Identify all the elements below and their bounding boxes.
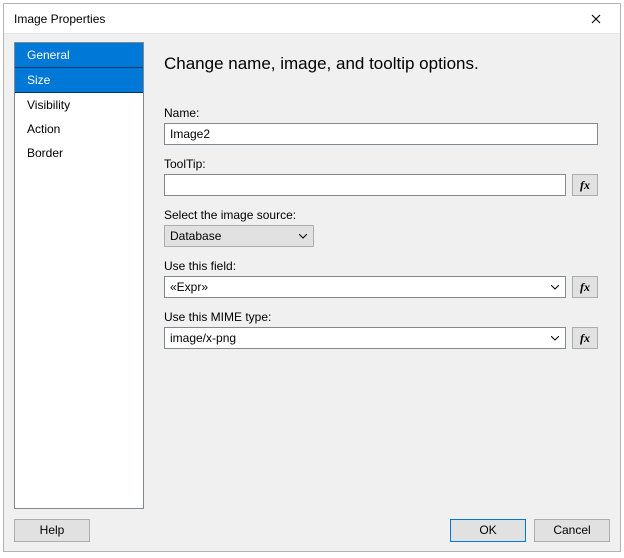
image-source-value: Database xyxy=(170,229,294,243)
chevron-down-icon xyxy=(546,329,563,347)
mime-type-select[interactable]: image/x-png xyxy=(164,327,566,349)
titlebar: Image Properties xyxy=(4,4,620,34)
help-button[interactable]: Help xyxy=(14,519,90,542)
content-panel: Change name, image, and tooltip options.… xyxy=(150,42,610,509)
page-heading: Change name, image, and tooltip options. xyxy=(164,54,598,74)
use-field-value: «Expr» xyxy=(170,280,546,294)
window-title: Image Properties xyxy=(14,12,580,26)
close-button[interactable] xyxy=(580,8,612,30)
close-icon xyxy=(591,14,601,24)
name-input[interactable] xyxy=(164,123,598,145)
category-sidebar: General Size Visibility Action Border xyxy=(14,42,144,509)
sidebar-item-label: Border xyxy=(27,146,63,160)
ok-button[interactable]: OK xyxy=(450,519,526,542)
fx-icon: fx xyxy=(580,178,590,193)
sidebar-item-border[interactable]: Border xyxy=(15,141,143,165)
sidebar-item-label: Action xyxy=(27,122,60,136)
sidebar-item-label: Visibility xyxy=(27,98,70,112)
tooltip-input[interactable] xyxy=(164,174,566,196)
sidebar-item-visibility[interactable]: Visibility xyxy=(15,93,143,117)
use-field-select[interactable]: «Expr» xyxy=(164,276,566,298)
cancel-button[interactable]: Cancel xyxy=(534,519,610,542)
fx-icon: fx xyxy=(580,280,590,295)
chevron-down-icon xyxy=(546,278,563,296)
sidebar-item-action[interactable]: Action xyxy=(15,117,143,141)
sidebar-item-general[interactable]: General xyxy=(15,43,143,67)
tooltip-expression-button[interactable]: fx xyxy=(572,174,598,196)
chevron-down-icon xyxy=(294,227,311,245)
sidebar-item-size[interactable]: Size xyxy=(15,67,143,93)
dialog-footer: Help OK Cancel xyxy=(4,509,620,551)
fx-icon: fx xyxy=(580,331,590,346)
tooltip-label: ToolTip: xyxy=(164,157,598,171)
sidebar-item-label: General xyxy=(27,48,70,62)
field-expression-button[interactable]: fx xyxy=(572,276,598,298)
image-source-label: Select the image source: xyxy=(164,208,598,222)
sidebar-item-label: Size xyxy=(27,73,50,87)
image-source-select[interactable]: Database xyxy=(164,225,314,247)
dialog-body: General Size Visibility Action Border Ch… xyxy=(4,34,620,509)
mime-type-value: image/x-png xyxy=(170,331,546,345)
mime-type-label: Use this MIME type: xyxy=(164,310,598,324)
name-label: Name: xyxy=(164,106,598,120)
image-properties-dialog: Image Properties General Size Visibility… xyxy=(3,3,621,552)
use-field-label: Use this field: xyxy=(164,259,598,273)
mime-expression-button[interactable]: fx xyxy=(572,327,598,349)
